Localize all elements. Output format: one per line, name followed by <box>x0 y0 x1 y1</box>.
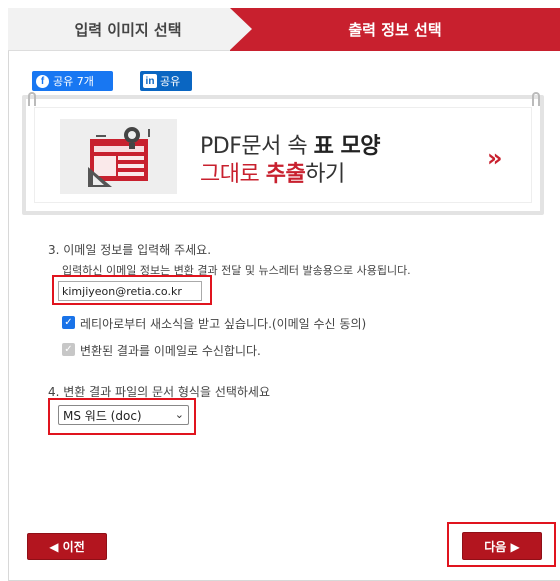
step-arrow-notch <box>230 8 252 50</box>
step-indicator: 입력 이미지 선택 출력 정보 선택 <box>8 8 560 51</box>
banner-illustration <box>60 119 177 194</box>
email-input[interactable] <box>58 281 202 301</box>
next-button[interactable]: 다음 ▶ <box>462 532 542 560</box>
step-output-info-label: 출력 정보 선택 <box>348 21 442 39</box>
prev-button[interactable]: ◀ 이전 <box>27 533 107 560</box>
banner-line2-part-a: 그대로 <box>200 162 266 187</box>
banner-clip-right <box>532 92 540 106</box>
banner-clip-left <box>28 92 36 106</box>
format-select[interactable]: MS 워드 (doc) ⌄ <box>58 405 189 425</box>
step-output-info[interactable]: 출력 정보 선택 <box>230 8 560 51</box>
format-select-value: MS 워드 (doc) <box>63 408 142 423</box>
double-chevron-right-icon[interactable]: » <box>487 144 503 172</box>
step-input-image[interactable]: 입력 이미지 선택 <box>8 8 248 51</box>
document-table-icon <box>88 127 150 187</box>
newsletter-checkbox[interactable]: ✓ <box>62 316 75 329</box>
newsletter-checkbox-label: 레티아로부터 새소식을 받고 싶습니다.(이메일 수신 동의) <box>80 317 367 331</box>
linkedin-share-button[interactable]: in 공유 <box>140 71 192 91</box>
banner-headline-line2: 그대로 추출하기 <box>200 156 345 188</box>
receive-result-checkbox: ✓ <box>62 343 75 356</box>
chevron-down-icon: ⌄ <box>174 408 184 421</box>
facebook-share-button[interactable]: f 공유 7개 <box>32 71 113 91</box>
facebook-icon: f <box>36 74 49 88</box>
prev-button-label: ◀ 이전 <box>49 540 85 554</box>
facebook-share-label: 공유 7개 <box>53 75 94 88</box>
banner-line2-part-c: 하기 <box>305 162 345 187</box>
linkedin-share-label: 공유 <box>160 75 181 88</box>
receive-result-checkbox-label: 변환된 결과를 이메일로 수신합니다. <box>80 344 261 358</box>
step-input-image-label: 입력 이미지 선택 <box>74 20 182 39</box>
email-section-title: 3. 이메일 정보를 입력해 주세요. <box>48 243 212 257</box>
banner-line2-part-b: 추출 <box>265 162 306 187</box>
linkedin-icon: in <box>143 74 157 88</box>
next-button-label: 다음 ▶ <box>484 539 520 554</box>
